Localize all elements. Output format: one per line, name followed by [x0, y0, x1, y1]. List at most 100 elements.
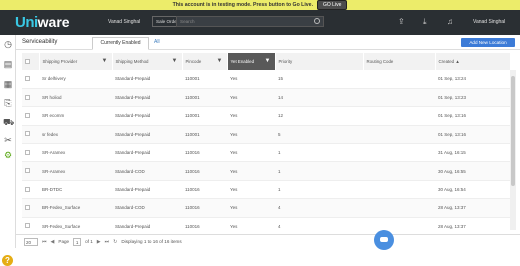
column-header-enabled[interactable]: Yet Enabled ▼ — [227, 53, 276, 70]
row-checkbox[interactable] — [25, 223, 30, 229]
add-new-location-button[interactable]: Add New Location — [461, 38, 515, 47]
row-checkbox[interactable] — [25, 75, 30, 81]
row-checkbox[interactable] — [25, 131, 30, 137]
orders-icon[interactable]: ▤ — [3, 59, 13, 69]
tools-icon[interactable]: ✂ — [3, 135, 13, 145]
scrollbar-thumb[interactable] — [511, 76, 515, 186]
cell-pincode: 110016 — [182, 198, 227, 218]
cell-routing-code — [363, 125, 435, 145]
row-checkbox[interactable] — [25, 186, 30, 192]
clock-icon[interactable]: ◷ — [3, 39, 13, 49]
cell-routing-code — [363, 88, 435, 108]
page-size-select[interactable]: 20 — [24, 237, 38, 246]
page-header: Serviceability Currently Enabled All Add… — [16, 35, 520, 50]
cell-priority: 12 — [275, 106, 363, 126]
table-row[interactable]: SR-Fedex_Surface Standard-Prepaid 110016 Ye… — [22, 217, 510, 231]
filter-icon[interactable]: ▼ — [265, 58, 271, 64]
cell-pincode: 110016 — [182, 143, 227, 163]
go-live-button[interactable]: GO Live — [317, 0, 348, 10]
row-select-cell — [22, 143, 39, 163]
account-menu[interactable]: Vanad Singhal — [473, 19, 505, 25]
cell-created: 30 Aug, 16:54 — [435, 180, 510, 200]
vertical-scrollbar[interactable] — [510, 70, 516, 230]
cell-shipping-provider: SR-Fedex_Surface — [39, 217, 112, 231]
unware-logo[interactable]: Uni ware — [15, 13, 70, 31]
last-page-icon[interactable]: ⏭ — [105, 239, 110, 245]
cell-created: 01 Sep, 13:16 — [435, 106, 510, 126]
cell-shipping-provider: sr fedex — [39, 125, 112, 145]
table-row[interactable]: SR ecomm Standard-Prepaid 110001 Yes 12 01 Se… — [22, 106, 510, 126]
filter-icon[interactable]: ▼ — [217, 58, 223, 64]
cell-shipping-provider: SR ecomm — [39, 106, 112, 126]
cell-created: 01 Sep, 13:23 — [435, 88, 510, 108]
row-checkbox[interactable] — [25, 149, 30, 155]
cell-priority: 15 — [275, 70, 363, 89]
cell-created: 30 Aug, 16:55 — [435, 161, 510, 181]
row-select-cell — [22, 217, 39, 231]
settings-icon[interactable]: ⚙ — [3, 150, 13, 160]
refresh-icon[interactable]: ↻ — [113, 239, 117, 245]
page-number-input[interactable]: 1 — [73, 237, 82, 246]
row-checkbox[interactable] — [25, 112, 30, 118]
inventory-icon[interactable]: ▦ — [3, 79, 13, 89]
column-header-shipping-provider[interactable]: Shipping Provider ▼ — [39, 53, 113, 70]
cell-shipping-provider: SR-Aramex — [39, 143, 112, 163]
returns-icon[interactable]: ⎘ — [3, 98, 13, 108]
filter-icon[interactable]: ▼ — [172, 58, 178, 64]
table-header-row: Shipping Provider ▼ Shipping Method ▼ Pinc… — [22, 53, 510, 70]
table-row[interactable]: BR-DTDC Standard-Prepaid 110016 Yes 1 30 Aug,… — [22, 180, 510, 200]
cell-enabled: Yes — [227, 180, 275, 200]
table-row[interactable]: SR-Aramex Standard-COD 110016 Yes 1 30 Aug, 1… — [22, 161, 510, 181]
select-all-checkbox[interactable] — [25, 58, 30, 64]
next-page-icon[interactable]: ▶ — [97, 239, 101, 245]
column-header-priority[interactable]: Priority — [275, 53, 364, 70]
cell-priority: 1 — [275, 161, 363, 181]
table-row[interactable]: BR-Fedex_Surface Standard-COD 110016 Yes 4 28… — [22, 198, 510, 218]
row-select-cell — [22, 88, 39, 108]
column-header-shipping-method[interactable]: Shipping Method ▼ — [112, 53, 183, 70]
cell-pincode: 110001 — [182, 70, 227, 89]
global-search-input[interactable]: Search — [176, 16, 324, 27]
upload-icon[interactable]: ⇪ — [398, 17, 405, 26]
logo-text-rest: ware — [37, 14, 70, 30]
filter-icon[interactable]: ▼ — [102, 58, 108, 64]
row-checkbox[interactable] — [25, 94, 30, 100]
cell-routing-code — [363, 180, 435, 200]
cell-priority: 1 — [275, 180, 363, 200]
header-label: Priority — [278, 59, 293, 64]
left-sidebar: ◷ ▤ ▦ ⎘ ⛟ ✂ ⚙ ? — [0, 35, 16, 266]
row-checkbox[interactable] — [25, 204, 30, 210]
chat-support-icon[interactable] — [374, 230, 394, 250]
first-page-icon[interactable]: ⏮ — [42, 239, 47, 245]
chat-bubble-glyph — [380, 237, 388, 242]
cell-routing-code — [363, 161, 435, 181]
row-select-cell — [22, 106, 39, 126]
column-header-pincode[interactable]: Pincode ▼ — [182, 53, 228, 70]
cell-priority: 1 — [275, 143, 363, 163]
table-row[interactable]: Sr delhivery Standard-Prepaid 110001 Yes 15 0… — [22, 70, 510, 89]
shipping-icon[interactable]: ⛟ — [3, 117, 14, 127]
cell-shipping-provider: BR-Fedex_Surface — [39, 198, 112, 218]
tab-all[interactable]: All — [154, 39, 160, 45]
cell-shipping-method: Standard-Prepaid — [112, 180, 182, 200]
table-row[interactable]: SR-Aramex Standard-Prepaid 110016 Yes 1 31 Au… — [22, 143, 510, 163]
cell-priority: 4 — [275, 198, 363, 218]
row-select-cell — [22, 198, 39, 218]
previous-page-icon[interactable]: ◀ — [51, 239, 55, 245]
notification-bell-icon[interactable]: ♫ — [447, 17, 453, 26]
cell-created: 28 Aug, 13:37 — [435, 217, 510, 231]
row-checkbox[interactable] — [25, 168, 30, 174]
logo-text-main: Uni — [15, 13, 38, 31]
cell-created: 01 Sep, 13:24 — [435, 70, 510, 89]
search-icon[interactable] — [314, 18, 320, 24]
column-header-created[interactable]: Created ▲ — [435, 53, 510, 70]
table-row[interactable]: SR holiod Standard-Prepaid 110001 Yes 14 01 S… — [22, 88, 510, 108]
column-header-routing-code[interactable]: Routing Code — [363, 53, 436, 70]
tab-currently-enabled[interactable]: Currently Enabled — [92, 37, 149, 50]
download-icon[interactable]: ⤓ — [423, 17, 427, 27]
page-title: Serviceability — [22, 39, 58, 45]
table-row[interactable]: sr fedex Standard-Prepaid 110001 Yes 5 01 Sep… — [22, 125, 510, 145]
help-icon[interactable]: ? — [2, 255, 13, 266]
search-placeholder: Search — [180, 19, 195, 24]
banner-text: This account is in testing mode. Press b… — [172, 2, 314, 8]
